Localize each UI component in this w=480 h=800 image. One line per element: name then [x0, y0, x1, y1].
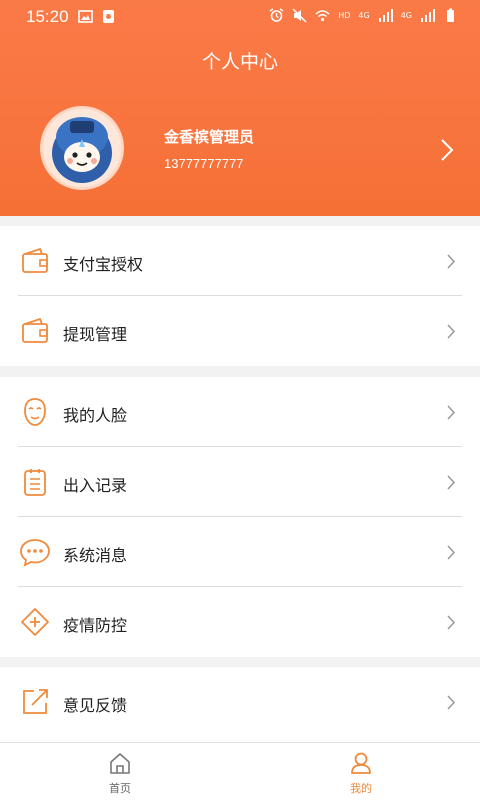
- wifi-icon: [315, 10, 330, 22]
- chevron-right-icon: [447, 695, 456, 710]
- status-bar: 15:20 HD 4G 4G: [0, 0, 480, 34]
- network-4g-label-1: 4G: [358, 11, 370, 20]
- mascot-avatar-icon: [43, 109, 121, 187]
- network-4g-label-2: 4G: [400, 11, 412, 20]
- menu-item-withdraw[interactable]: 提现管理: [0, 296, 480, 366]
- plus-diamond-icon: [21, 608, 49, 636]
- menu-group-payment: 支付宝授权 提现管理: [0, 226, 480, 366]
- menu-item-system-messages[interactable]: 系统消息: [0, 517, 480, 587]
- menu-item-access-records[interactable]: 出入记录: [0, 447, 480, 517]
- tab-mine[interactable]: 我的: [301, 743, 421, 800]
- app-notification-icon: [103, 10, 114, 23]
- user-phone: 13777777777: [164, 156, 244, 171]
- chevron-right-icon: [447, 324, 456, 339]
- wallet-icon: [22, 247, 48, 273]
- clipboard-icon: [24, 469, 46, 496]
- chevron-right-icon: [447, 545, 456, 560]
- home-icon: [110, 753, 130, 774]
- menu-label: 系统消息: [63, 546, 128, 565]
- chevron-right-icon: [447, 475, 456, 490]
- edit-arrow-icon: [23, 689, 48, 714]
- tab-home-label: 首页: [109, 782, 131, 795]
- menu-item-epidemic-prevention[interactable]: 疫情防控: [0, 587, 480, 657]
- menu-item-alipay-auth[interactable]: 支付宝授权: [0, 226, 480, 296]
- tab-mine-label: 我的: [350, 782, 372, 795]
- chevron-right-icon: [447, 405, 456, 420]
- chevron-right-icon[interactable]: [440, 138, 454, 162]
- menu-label: 意见反馈: [63, 696, 128, 715]
- menu-label: 我的人脸: [63, 406, 128, 425]
- chevron-right-icon: [447, 254, 456, 269]
- chat-bubble-icon: [20, 539, 50, 567]
- menu-group-services: 我的人脸 出入记录 系统消息 疫情防控: [0, 377, 480, 657]
- face-icon: [24, 398, 46, 426]
- signal-icon-2: [421, 9, 435, 22]
- menu-label: 支付宝授权: [63, 255, 144, 274]
- menu-group-feedback: 意见反馈: [0, 667, 480, 742]
- network-hd-label: HD: [338, 11, 351, 20]
- tab-home[interactable]: 首页: [60, 743, 180, 800]
- menu-item-my-face[interactable]: 我的人脸: [0, 377, 480, 447]
- user-icon: [351, 752, 371, 774]
- status-time: 15:20: [26, 7, 69, 26]
- menu-label: 出入记录: [63, 476, 128, 495]
- profile-header: 15:20 HD 4G 4G 个人中心 金香槟管理员 13777777777: [0, 0, 480, 216]
- menu-item-feedback[interactable]: 意见反馈: [0, 667, 480, 737]
- signal-icon-1: [378, 9, 393, 22]
- page-title: 个人中心: [201, 51, 278, 73]
- battery-icon: [447, 8, 454, 22]
- chevron-right-icon: [447, 615, 456, 630]
- menu-label: 提现管理: [63, 325, 128, 344]
- profile-card[interactable]: 金香槟管理员 13777777777: [0, 100, 480, 200]
- bottom-tab-bar: 首页 我的: [0, 742, 480, 800]
- gallery-notification-icon: [78, 10, 93, 23]
- avatar[interactable]: [40, 106, 124, 190]
- wallet-icon: [22, 317, 48, 343]
- alarm-icon: [269, 8, 284, 22]
- user-name: 金香槟管理员: [164, 128, 255, 146]
- menu-label: 疫情防控: [63, 616, 128, 635]
- mute-icon: [292, 8, 307, 23]
